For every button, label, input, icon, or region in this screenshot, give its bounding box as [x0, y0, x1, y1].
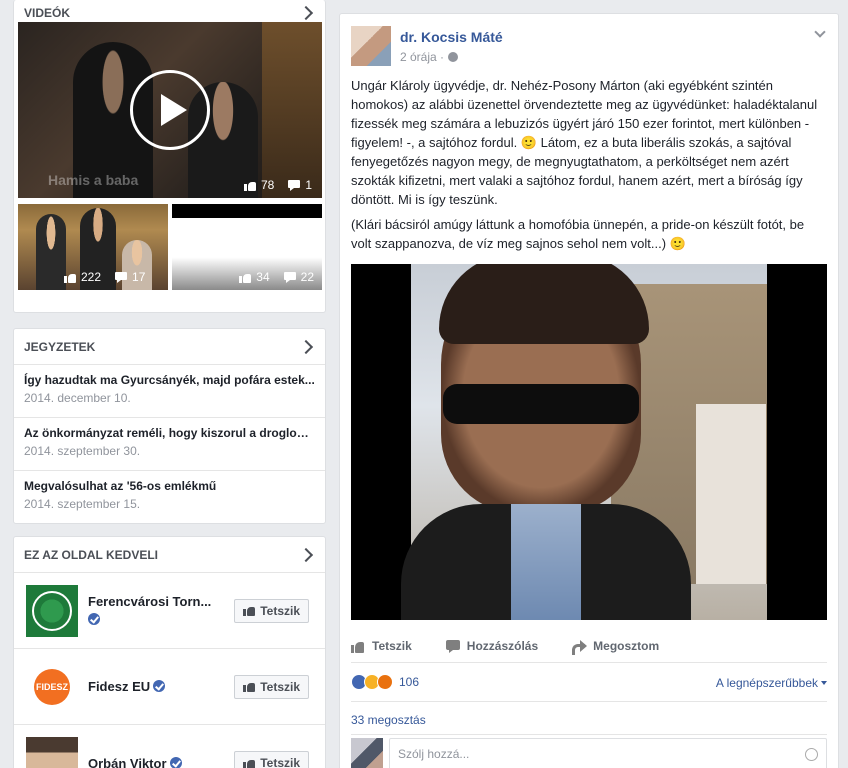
post-card: dr. Kocsis Máté 2 órája · Ungár Klároly … — [339, 13, 839, 768]
like-icon — [243, 681, 256, 692]
like-icon — [239, 272, 252, 283]
post-actions: Tetszik Hozzászólás Megosztom — [351, 639, 659, 655]
liked-pages-heading: EZ AZ OLDAL KEDVELI — [24, 547, 159, 562]
video-title: Hamis a baba — [48, 172, 139, 188]
angry-reaction-icon — [377, 674, 393, 690]
note-date: 2014. szeptember 15. — [24, 497, 141, 511]
fidesz-logo[interactable]: FIDESZ — [26, 661, 78, 713]
video-comments: 1 — [305, 178, 312, 192]
note-item[interactable]: Így hazudtak ma Gyurcsányék, majd pofára… — [14, 365, 325, 418]
post-paragraph: Ungár Klároly ügyvédje, dr. Nehéz-Posony… — [351, 78, 818, 207]
main-video[interactable]: Hamis a baba 78 1 — [18, 22, 322, 198]
post-photo[interactable] — [351, 264, 827, 620]
comment-icon — [115, 271, 128, 283]
verified-icon — [88, 613, 100, 625]
comment-placeholder: Szólj hozzá... — [398, 747, 470, 761]
commenter-avatar — [351, 738, 383, 768]
liked-pages-card: EZ AZ OLDAL KEDVELI Ferencvárosi Torn...… — [13, 536, 326, 768]
liked-page-row: FIDESZ Fidesz EU Tetszik — [14, 649, 325, 725]
comment-icon — [288, 179, 301, 191]
video-likes: 34 — [256, 270, 270, 284]
globe-icon — [448, 52, 459, 62]
note-date: 2014. december 10. — [24, 391, 131, 405]
emoji-icon[interactable] — [805, 747, 818, 761]
verified-icon — [169, 756, 182, 768]
videos-card: VIDEÓK Hamis a baba 78 1 222 17 34 22 — [13, 0, 326, 313]
comment-input[interactable]: Szólj hozzá... — [389, 738, 827, 768]
page-name[interactable]: Orbán Viktor — [88, 756, 167, 768]
like-icon — [243, 758, 256, 768]
note-title[interactable]: Megvalósulhat az '56-os emlékmű — [24, 479, 315, 493]
video-comments: 22 — [300, 270, 314, 284]
caret-down-icon — [821, 681, 827, 685]
post-timestamp[interactable]: 2 órája · — [400, 50, 444, 64]
note-title[interactable]: Így hazudtak ma Gyurcsányék, majd pofára… — [24, 373, 315, 387]
reactions-summary[interactable]: 106 — [351, 674, 419, 690]
chevron-right-icon[interactable] — [298, 5, 314, 21]
like-page-button[interactable]: Tetszik — [234, 598, 309, 623]
like-page-button[interactable]: Tetszik — [234, 751, 309, 768]
like-button[interactable]: Tetszik — [351, 639, 412, 653]
like-page-button[interactable]: Tetszik — [234, 674, 309, 699]
post-options-chevron-icon[interactable] — [814, 26, 826, 38]
like-icon — [243, 180, 256, 191]
play-icon[interactable] — [130, 70, 210, 150]
note-date: 2014. szeptember 30. — [24, 444, 141, 458]
video-thumbnail-2[interactable]: 34 22 — [172, 204, 322, 290]
chevron-right-icon[interactable] — [298, 547, 314, 562]
video-likes: 222 — [81, 270, 102, 284]
video-thumbnail-1[interactable]: 222 17 — [18, 204, 168, 290]
like-icon — [351, 640, 365, 653]
reaction-count: 106 — [399, 675, 420, 689]
notes-heading: JEGYZETEK — [24, 339, 96, 354]
comment-icon — [445, 639, 460, 653]
share-icon — [572, 639, 588, 655]
author-avatar[interactable] — [351, 26, 391, 66]
videos-heading: VIDEÓK — [24, 6, 71, 20]
ferencvaros-logo[interactable] — [26, 584, 78, 637]
note-item[interactable]: Az önkormányzat reméli, hogy kiszorul a … — [14, 418, 325, 471]
verified-icon — [153, 680, 166, 692]
note-item[interactable]: Megvalósulhat az '56-os emlékmű 2014. sz… — [14, 471, 325, 524]
author-name[interactable]: dr. Kocsis Máté — [400, 29, 503, 45]
page-name[interactable]: Ferencvárosi Torn... — [88, 594, 211, 609]
note-title[interactable]: Az önkormányzat reméli, hogy kiszorul a … — [24, 426, 315, 440]
post-body: Ungár Klároly ügyvédje, dr. Nehéz-Posony… — [351, 76, 827, 253]
sort-comments-dropdown[interactable]: A legnépszerűbbek — [716, 676, 827, 690]
comment-button[interactable]: Hozzászólás — [445, 639, 538, 653]
video-likes: 78 — [260, 178, 275, 192]
post-paragraph: (Klári bácsiról amúgy láttunk a homofóbi… — [351, 217, 805, 251]
like-icon — [243, 605, 256, 616]
video-comments: 17 — [132, 270, 146, 284]
notes-header[interactable]: JEGYZETEK — [14, 329, 325, 365]
share-count[interactable]: 33 megosztás — [351, 713, 426, 727]
comment-icon — [283, 271, 296, 283]
notes-card: JEGYZETEK Így hazudtak ma Gyurcsányék, m… — [13, 328, 326, 524]
chevron-right-icon[interactable] — [298, 339, 314, 354]
share-button[interactable]: Megosztom — [572, 639, 659, 655]
page-name[interactable]: Fidesz EU — [88, 679, 150, 694]
liked-pages-header[interactable]: EZ AZ OLDAL KEDVELI — [14, 537, 325, 573]
like-icon — [64, 272, 76, 283]
liked-page-row: Ferencvárosi Torn... Tetszik — [14, 573, 325, 649]
orban-viktor-avatar[interactable] — [26, 737, 78, 768]
liked-page-row: Orbán Viktor Tetszik — [14, 725, 325, 768]
